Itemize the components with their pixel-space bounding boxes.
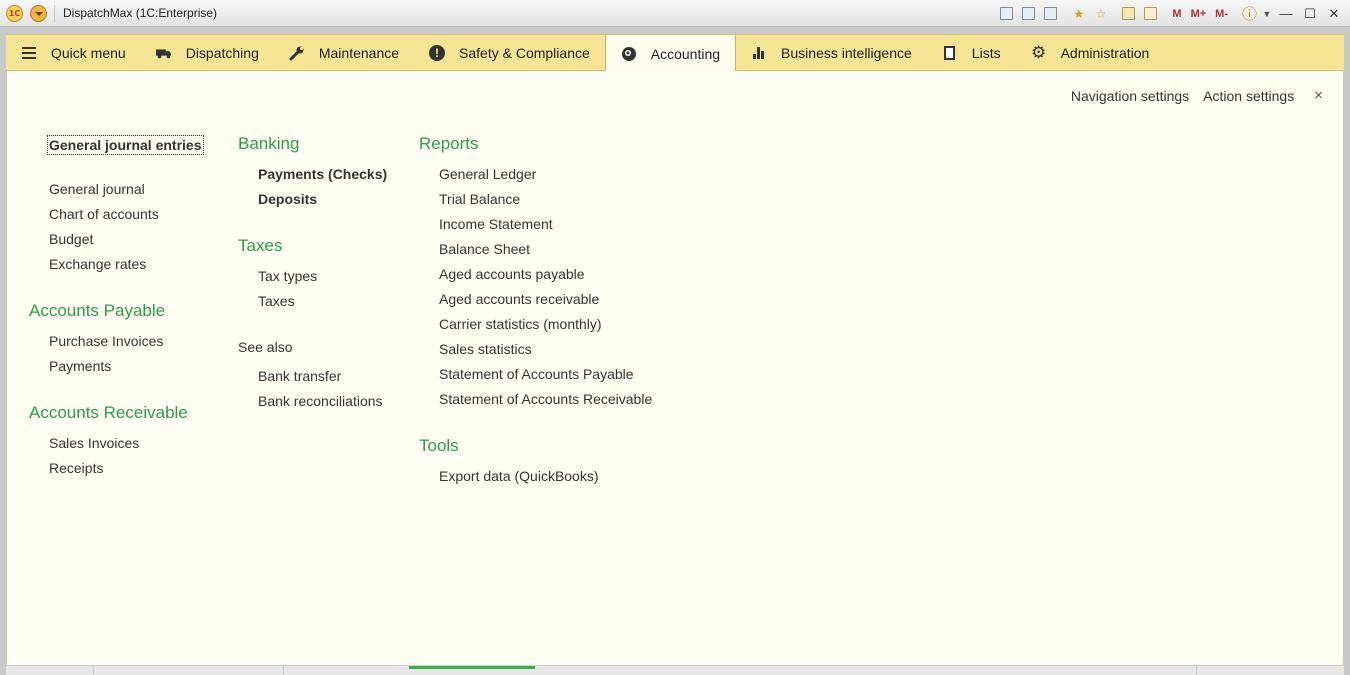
section-label: Safety & Compliance xyxy=(459,45,590,61)
section-label: Business intelligence xyxy=(781,45,912,61)
titlebar-tools: ★ ☆ M M+ M- ⓘ ▼ — ☐ ✕ xyxy=(994,4,1344,23)
action-settings-link[interactable]: Action settings xyxy=(1203,88,1294,104)
documents-icon xyxy=(942,45,958,61)
section-label: Accounting xyxy=(650,45,721,62)
section-label: Lists xyxy=(971,45,1001,61)
preview-icon[interactable] xyxy=(1041,4,1060,23)
calendar-icon[interactable] xyxy=(1141,4,1160,23)
purchase-invoices-link[interactable]: Purchase Invoices xyxy=(49,333,163,349)
general-journal-entries-link[interactable]: General journal entries xyxy=(47,135,204,155)
memory-button-m[interactable]: M xyxy=(1169,4,1184,23)
bank-reconciliations-link[interactable]: Bank reconciliations xyxy=(258,393,383,409)
memory-button-m-plus[interactable]: M+ xyxy=(1188,4,1210,23)
section-administration[interactable]: ⚙ Administration xyxy=(1016,35,1165,71)
section-quick-menu[interactable]: Quick menu xyxy=(6,35,141,71)
bar-chart-icon xyxy=(751,45,767,61)
section-label: Maintenance xyxy=(318,45,400,61)
open-windows-bar xyxy=(6,665,1344,675)
general-ledger-link[interactable]: General Ledger xyxy=(439,166,536,182)
section-dispatching[interactable]: Dispatching xyxy=(141,35,274,71)
favorites-icon[interactable]: ★ xyxy=(1069,4,1088,23)
print-icon[interactable] xyxy=(1019,4,1038,23)
budget-link[interactable]: Budget xyxy=(49,231,93,247)
bank-transfer-link[interactable]: Bank transfer xyxy=(258,368,341,384)
statement-accounts-receivable-link[interactable]: Statement of Accounts Receivable xyxy=(439,391,652,407)
close-window-button[interactable]: ✕ xyxy=(1324,4,1344,23)
title-separator xyxy=(54,5,55,22)
statement-accounts-payable-link[interactable]: Statement of Accounts Payable xyxy=(439,366,634,382)
maximize-button[interactable]: ☐ xyxy=(1300,4,1320,23)
window-tab-divider xyxy=(283,666,284,675)
aged-accounts-receivable-link[interactable]: Aged accounts receivable xyxy=(439,291,599,307)
window-tab-divider xyxy=(1196,666,1197,675)
section-maintenance[interactable]: Maintenance xyxy=(274,35,414,71)
taxes-header: Taxes xyxy=(238,236,283,255)
income-statement-link[interactable]: Income Statement xyxy=(439,216,553,232)
general-journal-link[interactable]: General journal xyxy=(49,181,145,197)
coins-icon xyxy=(621,46,637,62)
chevron-down-icon[interactable]: ▼ xyxy=(1262,4,1272,23)
carrier-statistics-link[interactable]: Carrier statistics (monthly) xyxy=(439,316,602,332)
payments-link[interactable]: Payments xyxy=(49,358,111,374)
section-safety-compliance[interactable]: ! Safety & Compliance xyxy=(414,35,605,71)
save-icon[interactable] xyxy=(997,4,1016,23)
exchange-rates-link[interactable]: Exchange rates xyxy=(49,256,146,272)
see-also-label: See also xyxy=(238,339,293,355)
navigation-workspace: Navigation settings Action settings × Ge… xyxy=(6,71,1344,665)
window-tab-divider xyxy=(93,666,94,675)
sections-panel: Quick menu Dispatching Maintenance ! Saf… xyxy=(6,34,1344,72)
panel-actions: Navigation settings Action settings × xyxy=(1057,87,1323,104)
bookmark-icon[interactable]: ☆ xyxy=(1091,4,1110,23)
payments-checks-link[interactable]: Payments (Checks) xyxy=(258,166,387,182)
balance-sheet-link[interactable]: Balance Sheet xyxy=(439,241,530,257)
menu-icon xyxy=(21,45,37,61)
taxes-link[interactable]: Taxes xyxy=(258,293,295,309)
section-lists[interactable]: Lists xyxy=(927,35,1016,71)
navigation-settings-link[interactable]: Navigation settings xyxy=(1071,88,1189,104)
tax-types-link[interactable]: Tax types xyxy=(258,268,317,284)
reports-header: Reports xyxy=(419,134,479,153)
deposits-link[interactable]: Deposits xyxy=(258,191,317,207)
section-label: Administration xyxy=(1060,45,1150,61)
memory-button-m-minus[interactable]: M- xyxy=(1212,4,1231,23)
app-logo-icon[interactable]: 1C xyxy=(6,5,23,22)
banking-header: Banking xyxy=(238,134,300,153)
tools-header: Tools xyxy=(419,436,459,455)
accounts-payable-header: Accounts Payable xyxy=(29,301,166,320)
close-panel-icon[interactable]: × xyxy=(1314,87,1323,104)
minimize-button[interactable]: — xyxy=(1276,4,1296,23)
exclamation-icon: ! xyxy=(429,45,446,61)
aged-accounts-payable-link[interactable]: Aged accounts payable xyxy=(439,266,585,282)
accounts-receivable-header: Accounts Receivable xyxy=(29,403,188,422)
receipts-link[interactable]: Receipts xyxy=(49,460,103,476)
section-business-intelligence[interactable]: Business intelligence xyxy=(736,35,927,71)
section-accounting[interactable]: Accounting xyxy=(604,35,737,72)
sales-invoices-link[interactable]: Sales Invoices xyxy=(49,435,139,451)
export-data-quickbooks-link[interactable]: Export data (QuickBooks) xyxy=(439,468,599,484)
chart-of-accounts-link[interactable]: Chart of accounts xyxy=(49,206,159,222)
trial-balance-link[interactable]: Trial Balance xyxy=(439,191,520,207)
active-window-tab[interactable] xyxy=(409,666,535,669)
main-menu-dropdown-icon[interactable] xyxy=(30,5,47,22)
wrench-icon xyxy=(289,45,305,61)
section-label: Dispatching xyxy=(185,45,259,61)
window-title: DispatchMax (1C:Enterprise) xyxy=(63,6,218,20)
section-label: Quick menu xyxy=(51,45,126,61)
info-icon[interactable]: ⓘ xyxy=(1240,4,1259,23)
calculator-icon[interactable] xyxy=(1119,4,1138,23)
sales-statistics-link[interactable]: Sales statistics xyxy=(439,341,532,357)
gear-icon: ⚙ xyxy=(1030,43,1047,62)
title-bar: 1C DispatchMax (1C:Enterprise) ★ ☆ M M+ … xyxy=(0,0,1350,27)
truck-icon xyxy=(155,45,172,61)
